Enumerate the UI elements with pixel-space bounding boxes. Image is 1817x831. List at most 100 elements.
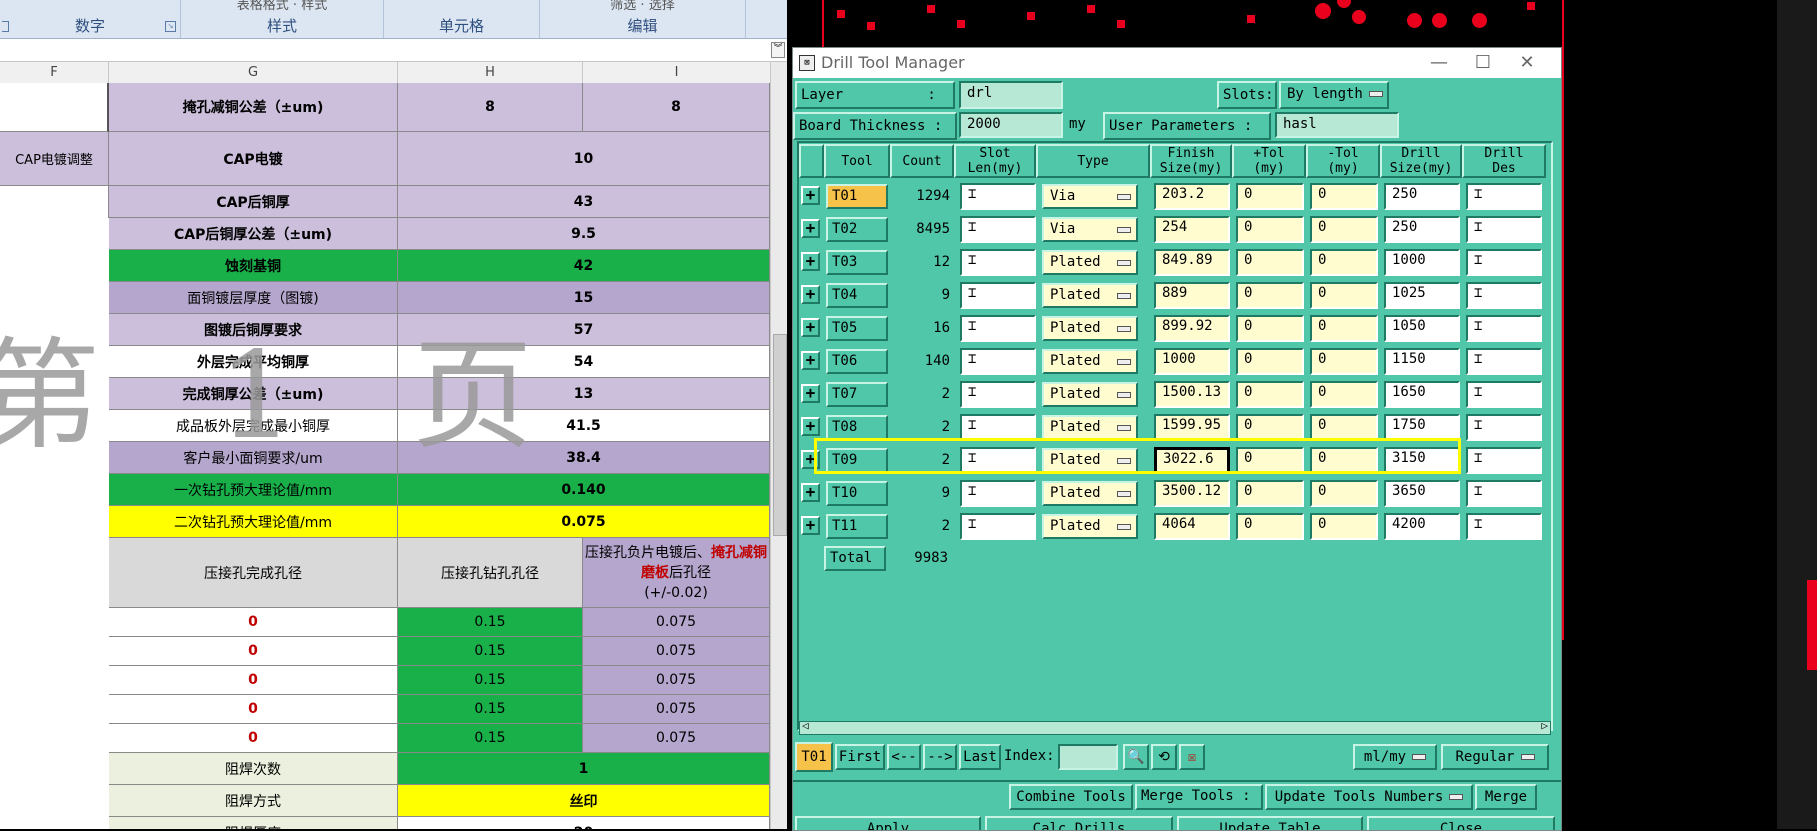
drill-des-input[interactable]: ⌶ <box>1466 381 1542 408</box>
type-dropdown[interactable]: Plated <box>1042 415 1138 440</box>
first-button[interactable]: First <box>835 744 885 770</box>
drill-des-input[interactable]: ⌶ <box>1466 480 1542 507</box>
drill-size-input[interactable]: 1150 <box>1384 348 1460 375</box>
scroll-right-icon[interactable]: ▷ <box>1541 719 1548 732</box>
cell[interactable]: 客户最小面铜要求/um <box>109 442 398 474</box>
cell[interactable]: 13 <box>398 378 770 410</box>
cell[interactable]: 0.075 <box>583 608 770 637</box>
plus-tol-input[interactable]: 0 <box>1236 480 1304 507</box>
tool-button[interactable]: T11 <box>826 514 888 539</box>
title-bar[interactable]: ⊠ Drill Tool Manager — ☐ ✕ <box>793 48 1561 78</box>
prev-button[interactable]: <-- <box>887 744 921 770</box>
ribbon-group-number[interactable]: 数字 ↘ <box>0 0 181 38</box>
table-row[interactable]: + T09 2 ⌶ Plated 3022.6 0 0 3150 ⌶ <box>793 445 1553 478</box>
cell[interactable]: 0.075 <box>583 666 770 695</box>
cell[interactable]: CAP后铜厚 <box>109 186 398 218</box>
type-dropdown[interactable]: Plated <box>1042 448 1138 473</box>
cell[interactable]: 0 <box>109 666 398 695</box>
table-row[interactable]: + T02 8495 ⌶ Via 254 0 0 250 ⌶ <box>793 214 1553 247</box>
drill-des-input[interactable]: ⌶ <box>1466 183 1542 210</box>
finish-size-input[interactable]: 254 <box>1154 216 1230 243</box>
drill-des-input[interactable]: ⌶ <box>1466 249 1542 276</box>
board-thickness-field[interactable]: 2000 <box>959 112 1063 138</box>
table-row[interactable]: + T07 2 ⌶ Plated 1500.13 0 0 1650 ⌶ <box>793 379 1553 412</box>
cell[interactable] <box>0 186 109 218</box>
cell[interactable]: 8 <box>583 83 770 132</box>
vertical-scrollbar[interactable] <box>770 62 787 829</box>
drill-size-input[interactable]: 250 <box>1384 216 1460 243</box>
slots-dropdown[interactable]: By length <box>1279 81 1389 109</box>
cell[interactable]: 0.075 <box>583 637 770 666</box>
slot-len-input[interactable]: ⌶ <box>960 216 1036 243</box>
cell[interactable]: 57 <box>398 314 770 346</box>
finish-size-input[interactable]: 3500.12 <box>1154 480 1230 507</box>
index-field[interactable] <box>1058 744 1118 770</box>
tool-button[interactable]: T01 <box>826 184 888 209</box>
plus-tol-input[interactable]: 0 <box>1236 414 1304 441</box>
plus-tol-input[interactable]: 0 <box>1236 513 1304 540</box>
press-header-cell[interactable]: 压接孔负片电镀后、掩孔减铜磨板后孔径 (+/-0.02) <box>583 538 770 608</box>
slot-len-input[interactable]: ⌶ <box>960 414 1036 441</box>
formula-bar[interactable]: ︾ <box>0 39 787 62</box>
layer-field[interactable]: drl <box>959 81 1063 109</box>
expand-row-icon[interactable]: + <box>801 417 820 436</box>
slot-len-input[interactable]: ⌶ <box>960 513 1036 540</box>
cell[interactable]: 38.4 <box>398 442 770 474</box>
type-dropdown[interactable]: Plated <box>1042 481 1138 506</box>
finish-size-input[interactable]: 203.2 <box>1154 183 1230 210</box>
slot-len-input[interactable]: ⌶ <box>960 447 1036 474</box>
tool-button[interactable]: T08 <box>826 415 888 440</box>
finish-size-input[interactable]: 1500.13 <box>1154 381 1230 408</box>
type-dropdown[interactable]: Via <box>1042 217 1138 242</box>
drill-size-input[interactable]: 250 <box>1384 183 1460 210</box>
minus-tol-input[interactable]: 0 <box>1310 480 1378 507</box>
cell[interactable]: 0 <box>109 724 398 753</box>
cell[interactable]: 43 <box>398 186 770 218</box>
type-dropdown[interactable]: Plated <box>1042 514 1138 539</box>
slot-len-input[interactable]: ⌶ <box>960 315 1036 342</box>
drill-des-input[interactable]: ⌶ <box>1466 282 1542 309</box>
finish-size-input[interactable]: 4064 <box>1154 513 1230 540</box>
drill-des-input[interactable]: ⌶ <box>1466 447 1542 474</box>
cell[interactable]: 阻焊厚度 <box>109 817 398 829</box>
cell[interactable]: 丝印 <box>398 785 770 817</box>
drill-des-input[interactable]: ⌶ <box>1466 348 1542 375</box>
plus-tol-input[interactable]: 0 <box>1236 447 1304 474</box>
tool-button[interactable]: T04 <box>826 283 888 308</box>
horizontal-scrollbar[interactable]: ◁ ▷ <box>799 719 1551 735</box>
drill-des-input[interactable]: ⌶ <box>1466 216 1542 243</box>
cell[interactable]: 二次钻孔预大理论值/mm <box>109 506 398 538</box>
expand-row-icon[interactable]: + <box>801 384 820 403</box>
cell[interactable]: 阻焊方式 <box>109 785 398 817</box>
expand-row-icon[interactable]: + <box>801 450 820 469</box>
column-header-g[interactable]: G <box>109 62 398 83</box>
expand-row-icon[interactable]: + <box>801 318 820 337</box>
cell[interactable]: 完成铜厚公差（±um) <box>109 378 398 410</box>
minus-tol-input[interactable]: 0 <box>1310 315 1378 342</box>
drill-des-input[interactable]: ⌶ <box>1466 414 1542 441</box>
cell[interactable]: CAP后铜厚公差（±um) <box>109 218 398 250</box>
column-header-i[interactable]: I <box>583 62 771 83</box>
finish-size-input[interactable]: 849.89 <box>1154 249 1230 276</box>
table-row[interactable]: + T04 9 ⌶ Plated 889 0 0 1025 ⌶ <box>793 280 1553 313</box>
plus-tol-input[interactable]: 0 <box>1236 348 1304 375</box>
cell[interactable]: 9.5 <box>398 218 770 250</box>
column-header-h[interactable]: H <box>398 62 583 83</box>
slot-len-input[interactable]: ⌶ <box>960 381 1036 408</box>
cell[interactable]: 15 <box>398 282 770 314</box>
last-button[interactable]: Last <box>959 744 1001 770</box>
plus-tol-input[interactable]: 0 <box>1236 216 1304 243</box>
cell[interactable]: 54 <box>398 346 770 378</box>
tool-button[interactable]: T06 <box>826 349 888 374</box>
minus-tol-input[interactable]: 0 <box>1310 216 1378 243</box>
cell[interactable]: 41.5 <box>398 410 770 442</box>
cell[interactable]: 图镀后铜厚要求 <box>109 314 398 346</box>
cell[interactable]: 0.15 <box>398 724 583 753</box>
cell[interactable]: 0.140 <box>398 474 770 506</box>
type-dropdown[interactable]: Plated <box>1042 283 1138 308</box>
finish-size-input[interactable]: 3022.6 <box>1154 447 1230 474</box>
type-dropdown[interactable]: Plated <box>1042 382 1138 407</box>
cell[interactable]: 0 <box>109 637 398 666</box>
combine-tools-button[interactable]: Combine Tools <box>1009 784 1133 810</box>
finish-size-input[interactable]: 889 <box>1154 282 1230 309</box>
